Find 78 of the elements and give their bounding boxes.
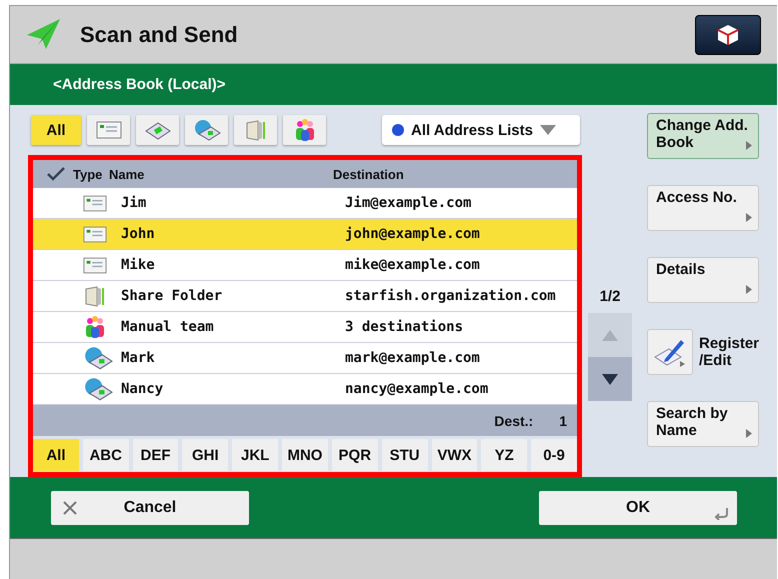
column-header: Type [73, 166, 104, 182]
dest-count: 1 [559, 412, 567, 428]
destination-cell-text: starfish.organization.com [345, 288, 557, 304]
globe-fax-icon [83, 346, 113, 370]
people-group-icon [83, 315, 107, 339]
page-indicator: 1/2 [600, 288, 620, 305]
cancel-button[interactable]: Cancel [51, 490, 249, 524]
column-header: Name [109, 166, 146, 182]
arrow-right-icon [746, 213, 752, 222]
letter-tab[interactable]: MNO [282, 439, 328, 471]
name-cell-text: Jim [121, 195, 148, 211]
globe-fax-icon [192, 119, 220, 141]
destination-cell-text: mike@example.com [345, 257, 481, 273]
ifax-filter-button[interactable] [185, 115, 228, 145]
arrow-right-icon [746, 141, 752, 150]
dropdown-caret-icon [540, 125, 556, 135]
name-cell-text: Mark [121, 350, 156, 366]
return-icon [713, 508, 729, 520]
destination-cell-text: mark@example.com [345, 350, 481, 366]
letter-tab[interactable]: YZ [481, 439, 528, 471]
letter-tab[interactable]: JKL [232, 439, 278, 471]
scroll-down-button[interactable] [588, 357, 632, 401]
address-card-icon [83, 194, 107, 212]
up-triangle-icon [602, 330, 618, 340]
checkmark-icon [47, 167, 65, 181]
all-filter-button[interactable]: All [31, 115, 81, 145]
letter-tab[interactable]: 0-9 [531, 439, 577, 471]
name-cell-text: Share Folder [121, 288, 224, 304]
ok-button[interactable]: OK [539, 490, 737, 524]
address-list-dropdown[interactable]: All Address Lists [382, 115, 580, 145]
address-card-icon [83, 226, 107, 242]
server-icon [83, 284, 107, 308]
globe-fax-icon [83, 377, 113, 401]
address-card-icon [83, 256, 107, 274]
name-cell-text: Manual team [121, 319, 215, 335]
name-cell-text: Nancy [121, 381, 164, 397]
register-edit-button[interactable] [647, 329, 693, 375]
letter-tab[interactable]: VWX [432, 439, 478, 471]
cube-icon [716, 22, 740, 46]
destination-cell-text: john@example.com [345, 226, 481, 242]
home-button[interactable] [695, 14, 761, 54]
destination-cell-text: nancy@example.com [345, 381, 490, 397]
side-button[interactable]: Search by Name [647, 401, 759, 447]
side-button[interactable]: Access No. [647, 185, 759, 231]
address-book-title: <Address Book (Local)> [53, 76, 226, 93]
letter-tab[interactable]: DEF [132, 439, 178, 471]
address-row[interactable]: Mike mike@example.com [33, 250, 577, 281]
letter-tab[interactable]: GHI [182, 439, 228, 471]
email-filter-button[interactable] [87, 115, 130, 145]
destination-cell-text: Jim@example.com [345, 195, 472, 211]
dot-icon [392, 124, 404, 136]
group-filter-button[interactable] [283, 115, 326, 145]
fax-filter-button[interactable] [136, 115, 179, 145]
server-icon [244, 118, 268, 142]
column-header: Destination [333, 166, 405, 182]
address-card-icon [96, 121, 122, 139]
dest-count-label: Dest.: [494, 412, 534, 428]
destination-cell-text: 3 destinations [345, 319, 464, 335]
address-row[interactable]: Share Folder starfish.organization.com [33, 281, 577, 312]
arrow-right-icon [746, 285, 752, 294]
letter-tab[interactable]: PQR [332, 439, 378, 471]
letter-tab[interactable]: All [33, 439, 79, 471]
window-title: Scan and Send [80, 22, 239, 48]
arrow-right-icon [746, 429, 752, 438]
address-row[interactable]: John john@example.com [33, 219, 577, 250]
register-edit-label: Register /Edit [699, 335, 760, 369]
folder-filter-button[interactable] [234, 115, 277, 145]
name-cell-text: John [121, 226, 156, 242]
close-icon [63, 500, 77, 514]
side-button[interactable]: Details [647, 257, 759, 303]
address-row[interactable]: Manual team 3 destinations [33, 312, 577, 343]
side-button[interactable]: Change Add. Book [647, 113, 759, 159]
letter-tab[interactable]: STU [382, 439, 428, 471]
letter-tab[interactable]: ABC [82, 439, 129, 471]
pen-paper-icon [653, 337, 687, 367]
address-row[interactable]: Mark mark@example.com [33, 343, 577, 374]
name-cell-text: Mike [121, 257, 156, 273]
down-triangle-icon [602, 374, 618, 384]
